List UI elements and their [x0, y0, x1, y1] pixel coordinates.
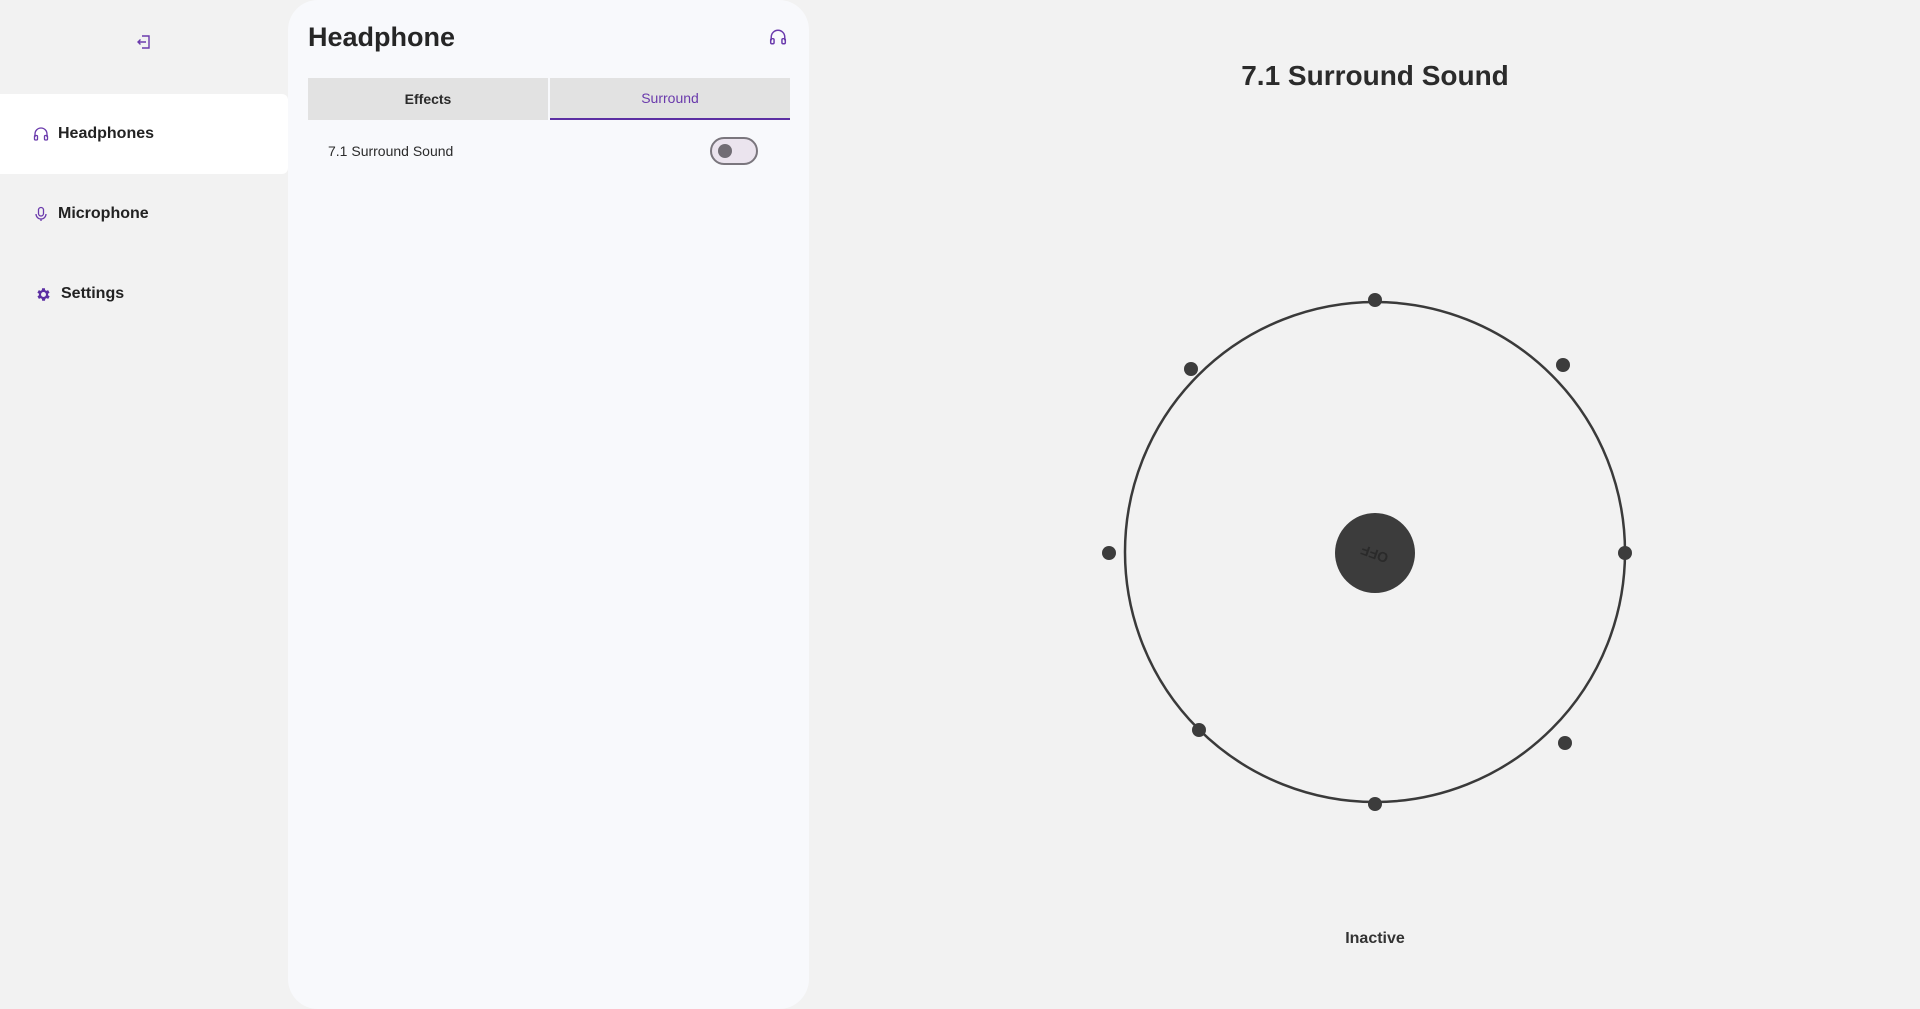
- exit-button[interactable]: [132, 30, 156, 54]
- microphone-icon: [32, 205, 50, 223]
- speaker-dot[interactable]: [1102, 546, 1116, 560]
- speaker-dot[interactable]: [1192, 723, 1206, 737]
- speaker-dot[interactable]: [1558, 736, 1572, 750]
- surround-status: Inactive: [1345, 930, 1405, 947]
- tab-label: Surround: [641, 90, 699, 106]
- sidebar-item-label: Settings: [61, 285, 125, 302]
- speaker-dot[interactable]: [1556, 358, 1570, 372]
- surround-setting-label: 7.1 Surround Sound: [328, 143, 454, 159]
- gear-icon: [34, 285, 52, 303]
- headphones-icon: [769, 28, 791, 50]
- tab-label: Effects: [404, 91, 452, 107]
- speaker-dot[interactable]: [1368, 293, 1382, 307]
- surround-toggle[interactable]: [710, 137, 758, 165]
- surround-visualizer: OFF: [1102, 293, 1632, 811]
- sidebar-item-label: Headphones: [58, 125, 155, 142]
- headphone-panel: Headphone Effects Surround 7.1 Surround …: [288, 0, 809, 1009]
- speaker-dot[interactable]: [1368, 797, 1382, 811]
- speaker-dot[interactable]: [1618, 546, 1632, 560]
- sidebar-item-label: Microphone: [58, 205, 149, 222]
- panel-title: Headphone: [308, 22, 456, 52]
- surround-setting-row: 7.1 Surround Sound: [308, 130, 790, 172]
- visualizer-title: 7.1 Surround Sound: [1241, 60, 1509, 91]
- sidebar-item-settings[interactable]: Settings: [0, 254, 288, 334]
- sidebar-nav: Headphones Microphone Settings: [0, 0, 288, 1009]
- toggle-knob: [718, 144, 732, 158]
- tab-surround[interactable]: Surround: [550, 78, 790, 120]
- sidebar-item-microphone[interactable]: Microphone: [0, 174, 288, 254]
- exit-icon: [137, 35, 150, 49]
- sidebar-item-headphones[interactable]: Headphones: [0, 94, 288, 174]
- center-power-button[interactable]: OFF: [1335, 513, 1415, 593]
- headphones-icon: [32, 125, 50, 143]
- panel-tabs: Effects Surround: [308, 78, 790, 120]
- tab-effects[interactable]: Effects: [308, 78, 548, 120]
- speaker-dot[interactable]: [1184, 362, 1198, 376]
